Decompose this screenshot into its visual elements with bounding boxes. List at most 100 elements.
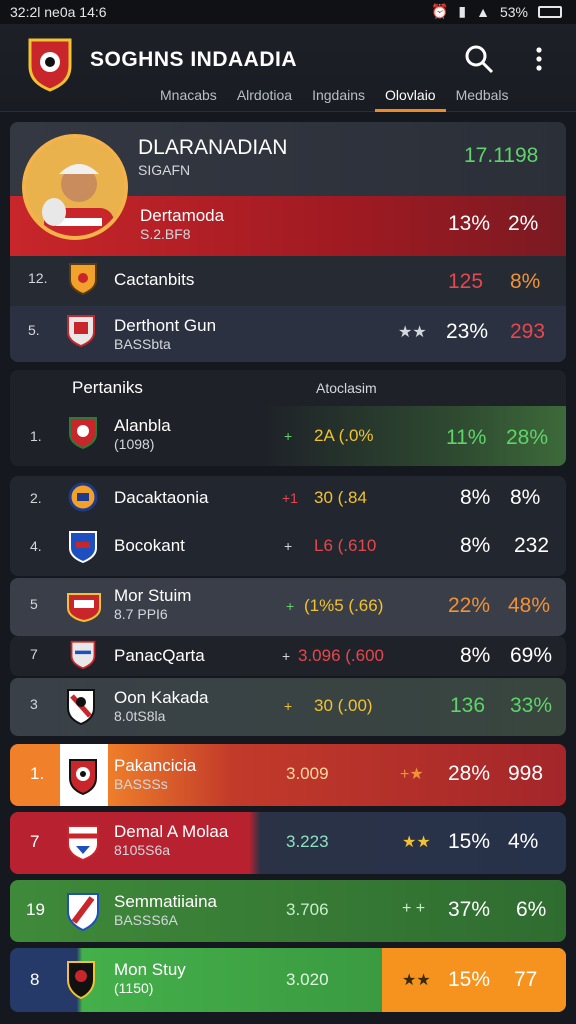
row-value: 3.706 — [286, 900, 329, 919]
row-rank: 7 — [30, 832, 40, 851]
row-rank: 5 — [30, 596, 38, 612]
row-pct1: 8% — [460, 534, 491, 557]
player-avatar — [22, 134, 128, 240]
row-rank: 5. — [28, 322, 40, 338]
status-time: 32:2l ne0a 14:6 — [10, 4, 107, 20]
search-icon[interactable] — [462, 42, 496, 76]
highlight-pct2: 2% — [508, 212, 539, 235]
row-name: Semmatiiaina — [114, 892, 217, 911]
row-pct1: 8% — [460, 644, 491, 667]
row-pct2: 6% — [516, 898, 547, 921]
tab-mnacabs[interactable]: Mnacabs — [150, 86, 227, 112]
featured-name: DLARANADIAN — [138, 136, 288, 159]
row-pct2: 8% — [510, 270, 541, 293]
row-name[interactable]: Bocokant — [114, 536, 185, 556]
tab-bar: Mnacabs Alrdotioa Ingdains Olovlaio Medb… — [150, 86, 519, 112]
highlight-name: Dertamoda — [140, 206, 225, 225]
tab-olovlaio[interactable]: Olovlaio — [375, 86, 446, 112]
status-icons: ⏰ ▮ ▲ 53% — [431, 3, 562, 20]
row-pct1: 15% — [448, 830, 491, 853]
table-row[interactable]: 3 Oon Kakada 8.0tS8la + 30 (.00) 136 33% — [10, 678, 566, 736]
row-value: L6 (.610 — [314, 536, 377, 555]
sim-icon: ▮ — [458, 3, 467, 19]
row-value: 30 (.84 — [314, 488, 367, 507]
row-pct1: 37% — [448, 898, 491, 921]
battery-icon — [538, 5, 562, 18]
team-crest-icon — [70, 640, 96, 670]
row-pct1: 11% — [446, 426, 487, 449]
row-value: 3.223 — [286, 832, 329, 851]
app-title: SOGHNS INDAADIA — [90, 48, 298, 71]
table-row[interactable]: 7 PanacQarta + 3.096 (.600 8% 69% — [10, 636, 566, 676]
row-pct2: 48% — [508, 594, 551, 617]
row-name: Oon Kakada — [114, 688, 209, 707]
row-sub: 8105S6a — [114, 842, 171, 858]
row-rank: 8 — [30, 970, 40, 989]
row-name: Derthont Gun — [114, 316, 217, 335]
trend-up-icon: + — [284, 698, 293, 714]
row-name: Mon Stuy — [114, 960, 186, 979]
row-pct2: 33% — [510, 694, 553, 717]
row-pct2: 998 — [508, 762, 544, 785]
row-value: (1%5 (.66) — [304, 596, 384, 615]
featured-value: 17.1198 — [464, 144, 539, 167]
table-row[interactable]: 7 Demal A Molaa 8105S6a 3.223 ★★ 15% 4% — [10, 812, 566, 874]
table-row[interactable]: 1. Pakancicia BASSSs 3.009 +★ 28% 998 — [10, 744, 566, 806]
row-pct2: 4% — [508, 830, 539, 853]
row-rank: 7 — [30, 646, 38, 662]
team-crest-icon — [67, 825, 99, 862]
team-crest-icon — [69, 531, 97, 564]
row-pct1: 22% — [448, 594, 491, 617]
row-name[interactable]: Dacaktaonia — [114, 488, 209, 508]
row-name: PanacQarta — [114, 646, 205, 665]
team-crest-icon — [67, 689, 95, 726]
table-row[interactable]: 19 Semmatiiaina BASSS6A 3.706 + + 37% 6% — [10, 880, 566, 942]
trend-up-icon: + + — [402, 900, 426, 917]
row-rank: 12. — [28, 270, 48, 286]
tab-ingdains[interactable]: Ingdains — [302, 86, 375, 112]
row-rank: 4. — [30, 538, 42, 554]
more-options-icon[interactable] — [522, 42, 556, 76]
row-pct1: 136 — [450, 694, 486, 717]
team-crest-icon — [67, 961, 95, 1000]
row-pct1: 15% — [448, 968, 491, 991]
column-header: Atoclasim — [316, 380, 377, 396]
row-value: 30 (.00) — [314, 696, 373, 715]
row-sub: 8.7 PPI6 — [114, 606, 168, 622]
trend-up-icon: + — [286, 598, 295, 614]
row-pct1: 125 — [448, 270, 484, 293]
standings-group: 2. Dacaktaonia +1 30 (.84 8% 8% 4. Bocok… — [10, 476, 566, 576]
row-value: 2A (.0% — [314, 426, 374, 445]
signal-icon: ▲ — [476, 3, 490, 20]
row-rank: 19 — [26, 900, 45, 919]
section-title: Pertaniks — [72, 378, 143, 397]
team-crest-icon — [67, 593, 101, 622]
row-pct2: 232 — [514, 534, 550, 557]
row-pct2: 77 — [514, 968, 538, 991]
row-rank: 1. — [30, 764, 45, 783]
tab-medbals[interactable]: Medbals — [446, 86, 519, 112]
row-sub: BASSbta — [114, 336, 171, 352]
team-crest-icon — [67, 893, 99, 932]
star-icon: ★★ — [398, 324, 427, 341]
trend-up-icon: + — [284, 428, 293, 444]
row-name: Alanbla — [114, 416, 171, 435]
row-value: 3.009 — [286, 764, 329, 783]
row-rank: 2. — [30, 490, 42, 506]
row-name: Mor Stuim — [114, 586, 192, 605]
trend-icon: + — [282, 648, 291, 664]
status-bar: 32:2l ne0a 14:6 ⏰ ▮ ▲ 53% — [0, 0, 576, 24]
table-row[interactable]: 8 Mon Stuy (1150) 3.020 ★★ 15% 77 — [10, 948, 566, 1012]
team-crest-icon — [69, 759, 97, 796]
row-pct1: 28% — [448, 762, 491, 785]
row-rank: 1. — [30, 428, 42, 444]
row-pct2: 293 — [510, 320, 546, 343]
row-sub: BASSS6A — [114, 912, 178, 928]
tab-alrdotioa[interactable]: Alrdotioa — [227, 86, 302, 112]
row-name: Cactanbits — [114, 270, 195, 289]
app-header: SOGHNS INDAADIA Mnacabs Alrdotioa Ingdai… — [0, 24, 576, 112]
row-rank: 3 — [30, 696, 38, 712]
table-row[interactable]: 5 Mor Stuim 8.7 PPI6 + (1%5 (.66) 22% 48… — [10, 578, 566, 636]
team-crest-icon — [69, 417, 97, 450]
row-pct2: 8% — [510, 486, 541, 509]
